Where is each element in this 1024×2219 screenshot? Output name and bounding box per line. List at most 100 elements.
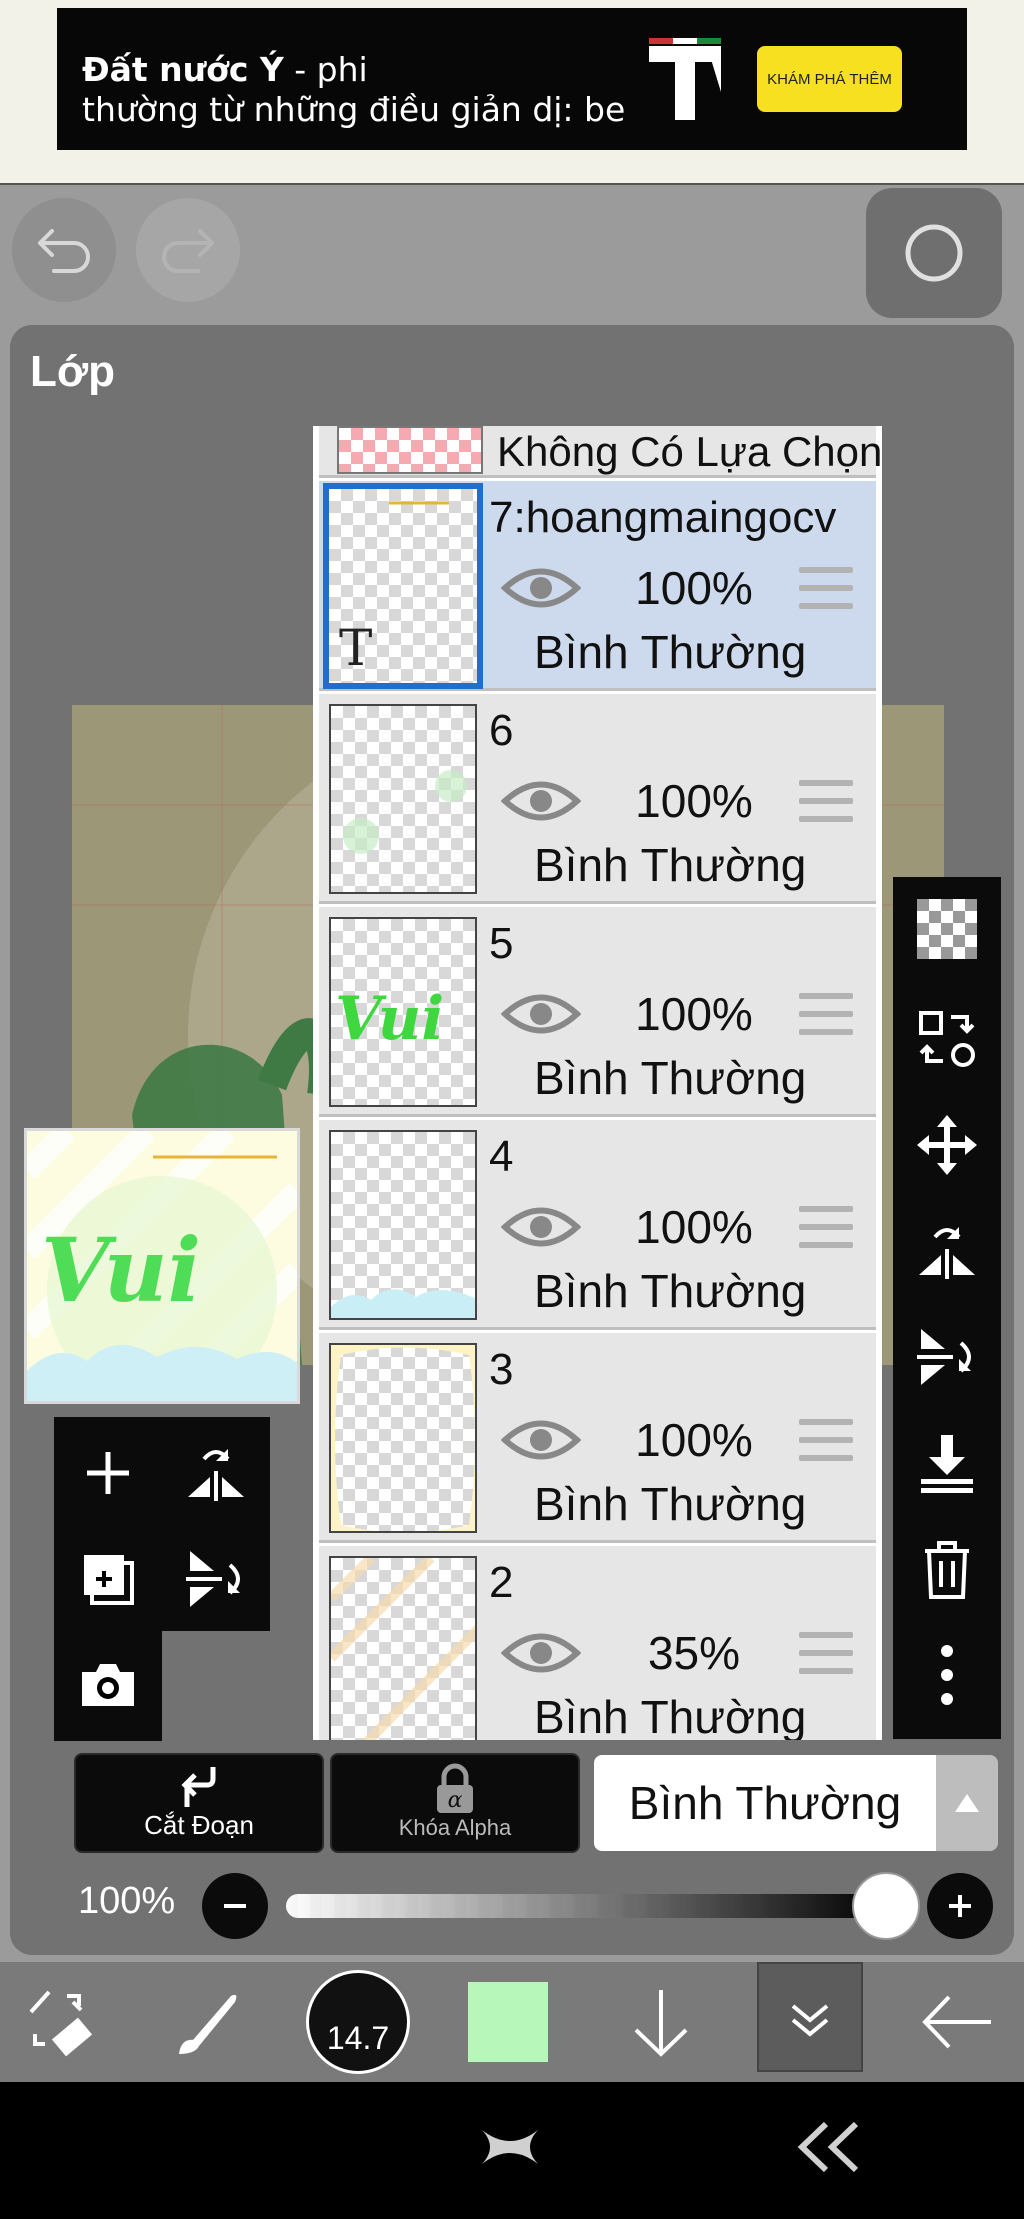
layer-thumbnail: Vui — [329, 917, 477, 1107]
flip-canvas-vertical-button[interactable] — [176, 1539, 256, 1619]
ad-subtitle: thường từ những điều giản dị: be — [82, 90, 626, 129]
drag-handle-icon[interactable] — [799, 993, 853, 1039]
layer-row[interactable]: 4 100% Bình Thường — [319, 1120, 876, 1330]
collapse-panel-button[interactable] — [757, 1962, 863, 2072]
add-layer-button[interactable] — [68, 1433, 148, 1513]
layer-row[interactable]: T 7:hoangmaingocv 100% Bình Thường — [319, 481, 876, 691]
camera-import-button[interactable] — [68, 1645, 148, 1725]
blend-mode-dropdown-button[interactable] — [936, 1755, 998, 1851]
back-button[interactable] — [902, 1962, 1012, 2082]
selection-thumbnail — [337, 426, 483, 474]
more-vertical-icon — [941, 1645, 953, 1705]
selection-layer-row[interactable]: Không Có Lựa Chọn — [319, 426, 882, 478]
selection-tool-button[interactable] — [8, 1962, 118, 2082]
layer-opacity: 100% — [635, 1201, 753, 1253]
flip-canvas-horizontal-button[interactable] — [176, 1433, 256, 1513]
drag-handle-icon[interactable] — [799, 1206, 853, 1252]
layer-blend-mode: Bình Thường — [534, 1691, 807, 1740]
thumb-cloud-art — [331, 1289, 475, 1318]
move-down-button[interactable] — [606, 1962, 716, 2082]
record-button[interactable] — [866, 188, 1002, 318]
flip-horizontal-button[interactable] — [907, 1211, 987, 1291]
canvas-preview-thumbnail[interactable]: Vui — [24, 1128, 300, 1404]
ad-banner-area: Đất nước Ý - phi thường từ những điều gi… — [0, 0, 1024, 185]
duplicate-layer-button[interactable] — [68, 1539, 148, 1619]
layer-list[interactable]: Không Có Lựa Chọn T 7:hoangmaingocv 100%… — [313, 426, 882, 1740]
layer-name: 3 — [489, 1345, 514, 1394]
layer-blend-mode: Bình Thường — [534, 839, 807, 891]
clip-label: Cắt Đoạn — [144, 1810, 254, 1840]
layer-row[interactable]: 2 35% Bình Thường — [319, 1546, 876, 1740]
visibility-eye-icon[interactable] — [501, 561, 581, 615]
flip-horizontal-icon — [188, 1449, 244, 1501]
transform-eraser-icon — [29, 1990, 93, 2057]
svg-text:α: α — [448, 1788, 463, 1813]
selection-label: Không Có Lựa Chọn — [497, 428, 882, 475]
undo-icon — [38, 229, 90, 273]
nav-close-button[interactable] — [470, 2112, 550, 2182]
clipping-button[interactable]: Cắt Đoạn — [74, 1753, 324, 1853]
layer-blend-mode: Bình Thường — [534, 1052, 807, 1104]
visibility-eye-icon[interactable] — [501, 987, 581, 1041]
arrow-down-icon — [634, 1990, 688, 2057]
layer-blend-mode: Bình Thường — [534, 1265, 807, 1317]
visibility-eye-icon[interactable] — [501, 1413, 581, 1467]
drag-handle-icon[interactable] — [799, 780, 853, 826]
layer-opacity: 100% — [635, 988, 753, 1040]
system-navigation-bar — [0, 2082, 1024, 2219]
layer-opacity: 100% — [635, 775, 753, 827]
opacity-decrease-button[interactable] — [202, 1873, 268, 1939]
layer-row[interactable]: 6 100% Bình Thường — [319, 694, 876, 904]
brush-size-button[interactable]: 14.7 — [306, 1970, 410, 2074]
ad-cta-button[interactable]: KHÁM PHÁ THÊM — [757, 46, 902, 112]
alpha-lock-button[interactable]: α Khóa Alpha — [330, 1753, 580, 1853]
visibility-eye-icon[interactable] — [501, 1626, 581, 1680]
layer-row[interactable]: Vui 5 100% Bình Thường — [319, 907, 876, 1117]
layer-opacity: 100% — [635, 562, 753, 614]
record-icon — [905, 224, 963, 282]
layer-thumbnail: T — [323, 483, 483, 689]
lock-icon: α — [437, 1763, 473, 1813]
opacity-slider-thumb[interactable] — [852, 1872, 920, 1940]
flip-vertical-icon — [186, 1551, 240, 1607]
ad-logo-icon — [649, 38, 721, 120]
visibility-eye-icon[interactable] — [501, 1200, 581, 1254]
layer-thumbnail — [329, 1556, 477, 1740]
opacity-slider-track[interactable] — [286, 1894, 886, 1918]
layer-blend-mode: Bình Thường — [534, 1478, 807, 1530]
nav-back-button[interactable] — [790, 2112, 870, 2182]
layer-row[interactable]: 3 100% Bình Thường — [319, 1333, 876, 1543]
redo-button[interactable] — [136, 198, 240, 302]
drag-handle-icon[interactable] — [799, 567, 853, 613]
thumb-text-art — [389, 501, 449, 505]
layer-tools-toolbar — [893, 877, 1001, 1739]
duplicate-icon — [84, 1555, 134, 1605]
flip-vertical-button[interactable] — [907, 1317, 987, 1397]
more-options-button[interactable] — [907, 1635, 987, 1715]
arrow-left-icon — [922, 1995, 991, 2049]
clip-arrow-icon — [181, 1767, 216, 1807]
move-icon — [917, 1115, 977, 1175]
layer-thumbnail — [329, 1343, 477, 1533]
brush-tool-button[interactable] — [154, 1962, 264, 2082]
move-button[interactable] — [907, 1105, 987, 1185]
drag-handle-icon[interactable] — [799, 1632, 853, 1678]
opacity-increase-button[interactable] — [927, 1873, 993, 1939]
drag-handle-icon[interactable] — [799, 1419, 853, 1465]
delete-layer-button[interactable] — [907, 1529, 987, 1609]
transparency-button[interactable] — [907, 889, 987, 969]
layer-name: 4 — [489, 1132, 514, 1181]
layer-opacity: 100% — [635, 1414, 753, 1466]
close-x-icon — [482, 2130, 538, 2164]
canvas-preview-art: Vui — [27, 1131, 297, 1401]
visibility-eye-icon[interactable] — [501, 774, 581, 828]
undo-button[interactable] — [12, 198, 116, 302]
swap-layer-button[interactable] — [907, 999, 987, 1079]
ad-banner[interactable]: Đất nước Ý - phi thường từ những điều gi… — [57, 8, 967, 150]
merge-down-button[interactable] — [907, 1423, 987, 1503]
blend-mode-select[interactable]: Bình Thường — [594, 1755, 936, 1851]
minus-icon — [224, 1904, 246, 1908]
ad-title: Đất nước Ý - phi — [82, 50, 368, 89]
layer-name: 2 — [489, 1558, 514, 1607]
color-swatch[interactable] — [468, 1982, 548, 2062]
